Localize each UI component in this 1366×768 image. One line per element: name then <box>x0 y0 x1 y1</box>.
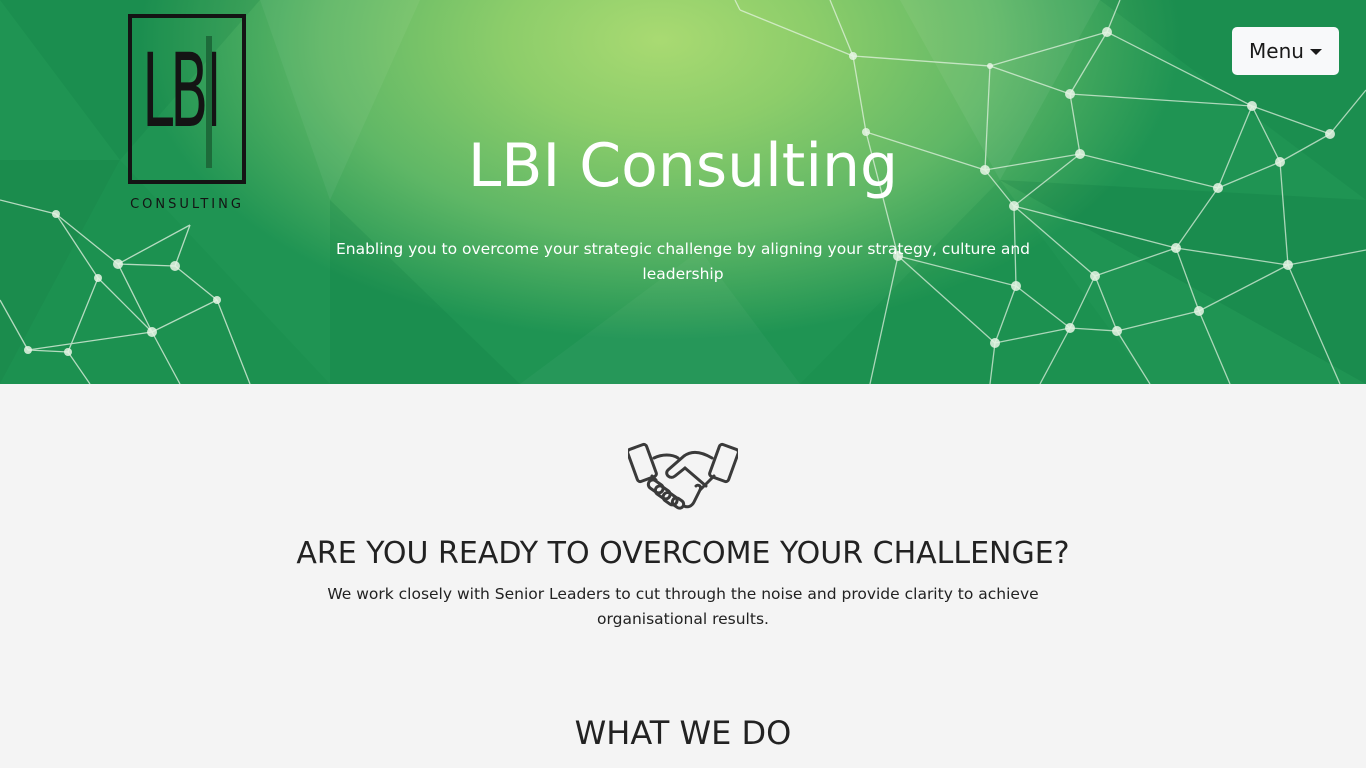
hero-banner: LBI CONSULTING Menu LBI Consulting Enabl… <box>0 0 1366 384</box>
menu-button[interactable]: Menu <box>1232 27 1339 75</box>
challenge-text: We work closely with Senior Leaders to c… <box>327 585 1039 628</box>
challenge-heading: ARE YOU READY TO OVERCOME YOUR CHALLENGE… <box>296 536 1070 571</box>
hero-title: LBI Consulting <box>467 131 899 201</box>
hero-subtitle: Enabling you to overcome your strategic … <box>335 240 1031 283</box>
menu-button-label: Menu <box>1249 39 1304 63</box>
what-we-do-heading: WHAT WE DO <box>574 714 792 752</box>
handshake-icon <box>628 442 738 510</box>
caret-down-icon <box>1309 49 1322 55</box>
